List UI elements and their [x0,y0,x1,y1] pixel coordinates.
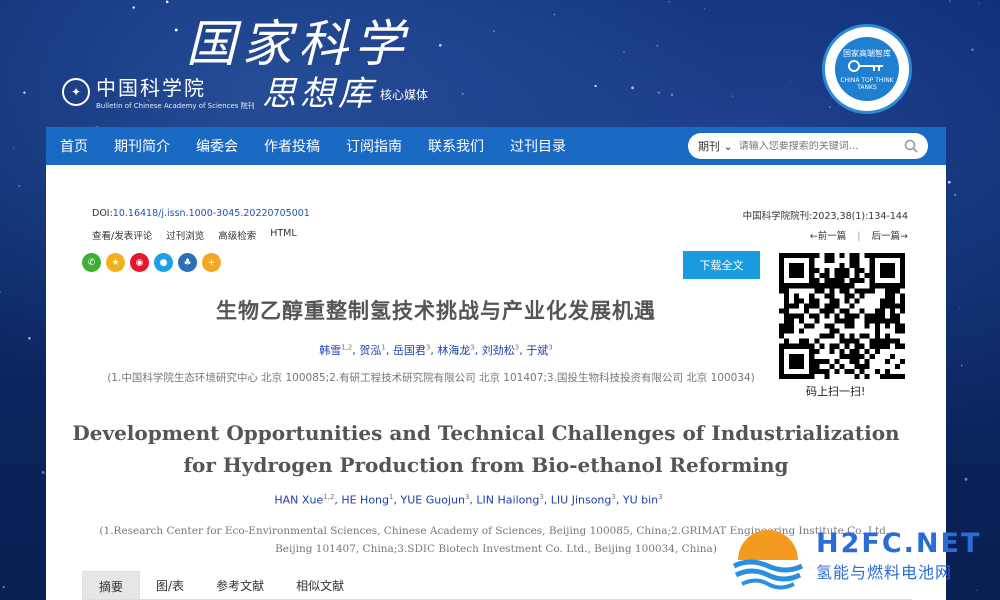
chevron-down-icon: ⌄ [723,140,733,153]
author-affiliation-marker: 3 [470,343,475,352]
think-tank-cn: 国家高端智库 [843,48,891,58]
h2fc-watermark: H2FC.NET 氢能与燃料电池网 [728,520,981,590]
cas-logo-name: 中国科学院 [96,76,206,100]
cas-logo-tag: 院刊 [240,102,255,110]
wechat-icon[interactable]: ✆ [82,253,101,272]
author-affiliation-marker: 3 [464,493,470,501]
nav-item-subscription[interactable]: 订阅指南 [346,136,402,156]
tool-comments-link[interactable]: 查看/发表评论 [92,228,152,242]
share-bar: ✆ ★ ◉ ● ♣ + [82,253,221,272]
author-name[interactable]: LIN Hailong [476,494,539,507]
nav-item-home[interactable]: 首页 [60,136,88,156]
author-name[interactable]: YU bin [623,494,658,507]
more-share-icon[interactable]: + [202,253,221,272]
next-article-link[interactable]: 后一篇→ [872,231,908,242]
article-pager: ←前一篇 | 后一篇→ [809,231,908,242]
search-input[interactable] [738,140,889,152]
author-affiliation-marker: 3 [611,493,616,501]
download-fulltext-button[interactable]: 下载全文 [683,251,760,279]
nav-item-about[interactable]: 期刊简介 [114,136,170,156]
main-nav: 首页 期刊简介 编委会 作者投稿 订阅指南 联系我们 过刊目录 期刊 ⌄ [46,127,946,165]
watermark-brand-cn: 氢能与燃料电池网 [816,562,953,582]
qq-icon[interactable]: ● [154,253,173,272]
prev-article-link[interactable]: ←前一篇 [810,231,846,242]
nav-item-archive[interactable]: 过刊目录 [510,136,566,156]
author-affiliation-marker: 1,2 [323,493,335,501]
citation: 中国科学院院刊:2023,38(1):134-144 [742,211,908,222]
author-name[interactable]: LIU Jinsong [551,494,612,507]
author-affiliation-marker: 3 [539,493,544,501]
author-affiliation-marker: 1 [389,493,394,501]
cas-logo-english: Bulletin of Chinese Academy of Sciences [96,102,239,110]
article-tabs: 摘要 图/表 参考文献 相似文献 [82,571,360,600]
author-name[interactable]: 刘劲松 [482,344,515,357]
think-tank-en: CHINA TOP THINK TANKS [840,76,894,91]
think-tank-badge: 国家高端智库 CHINA TOP THINK TANKS [822,24,912,114]
tab-figures[interactable]: 图/表 [140,571,200,600]
doi-line: DOI:10.16418/j.issn.1000-3045.2022070500… [92,208,310,219]
search-icon[interactable] [904,139,918,153]
tool-html-link[interactable]: HTML [270,228,296,242]
author-name[interactable]: 韩雪 [319,344,341,357]
article-tools: 查看/发表评论 过刊浏览 高级检索 HTML [92,228,297,242]
author-affiliation-marker: 1 [381,343,386,352]
tool-advanced-search-link[interactable]: 高级检索 [218,228,256,242]
nav-item-editorial-board[interactable]: 编委会 [196,136,238,156]
article-title-en: Development Opportunities and Technical … [72,421,900,477]
author-name[interactable]: 贺泓 [359,344,381,357]
authors-en: HAN Xue1,2, HE Hong1, YUE Guojun3, LIN H… [274,493,663,507]
qr-caption: 码上扫一扫! [806,385,866,398]
author-affiliation-marker: 3 [425,343,431,352]
author-affiliation-marker: 3 [658,493,663,501]
article-title-cn: 生物乙醇重整制氢技术挑战与产业化发展机遇 [216,299,656,323]
renren-icon[interactable]: ♣ [178,253,197,272]
tab-similar[interactable]: 相似文献 [280,571,360,600]
cas-seal-icon: ✦ [62,77,90,106]
brand-subtitle: 思想库 [262,74,376,114]
nav-item-submission[interactable]: 作者投稿 [264,136,320,156]
author-name[interactable]: HE Hong [341,494,389,507]
search-scope-select[interactable]: 期刊 ⌄ [698,138,733,154]
weibo-icon[interactable]: ◉ [130,253,149,272]
author-name[interactable]: YUE Guojun [400,494,464,507]
tool-archive-link[interactable]: 过刊浏览 [166,228,204,242]
authors-cn: 韩雪1,2, 贺泓1, 岳国君3, 林海龙3, 刘劲松3, 于斌3 [319,343,553,357]
search-box: 期刊 ⌄ [688,133,928,159]
watermark-brand-en: H2FC.NET [816,527,982,559]
brand-tag: 核心媒体 [380,88,429,102]
author-affiliation-marker: 1,2 [341,343,353,352]
doi-label: DOI: [92,208,113,219]
key-icon [848,59,883,72]
author-name[interactable]: 岳国君 [393,344,426,357]
author-affiliation-marker: 3 [514,343,520,352]
author-name[interactable]: 于斌 [526,344,548,357]
qzone-icon[interactable]: ★ [106,253,125,272]
cas-logo[interactable]: ✦ 中国科学院 Bulletin of Chinese Academy of S… [62,72,255,111]
h2fc-logo-icon [732,530,804,590]
tab-abstract[interactable]: 摘要 [82,571,141,600]
author-name[interactable]: 林海龙 [437,344,470,357]
author-name[interactable]: HAN Xue [274,494,323,507]
doi-link[interactable]: 10.16418/j.issn.1000-3045.20220705001 [113,208,310,219]
author-affiliation-marker: 3 [548,343,553,352]
tab-references[interactable]: 参考文献 [200,571,280,600]
affiliations-cn: (1.中国科学院生态环境研究中心 北京 100085;2.有研工程技术研究院有限… [107,372,755,384]
nav-item-contact[interactable]: 联系我们 [428,136,484,156]
